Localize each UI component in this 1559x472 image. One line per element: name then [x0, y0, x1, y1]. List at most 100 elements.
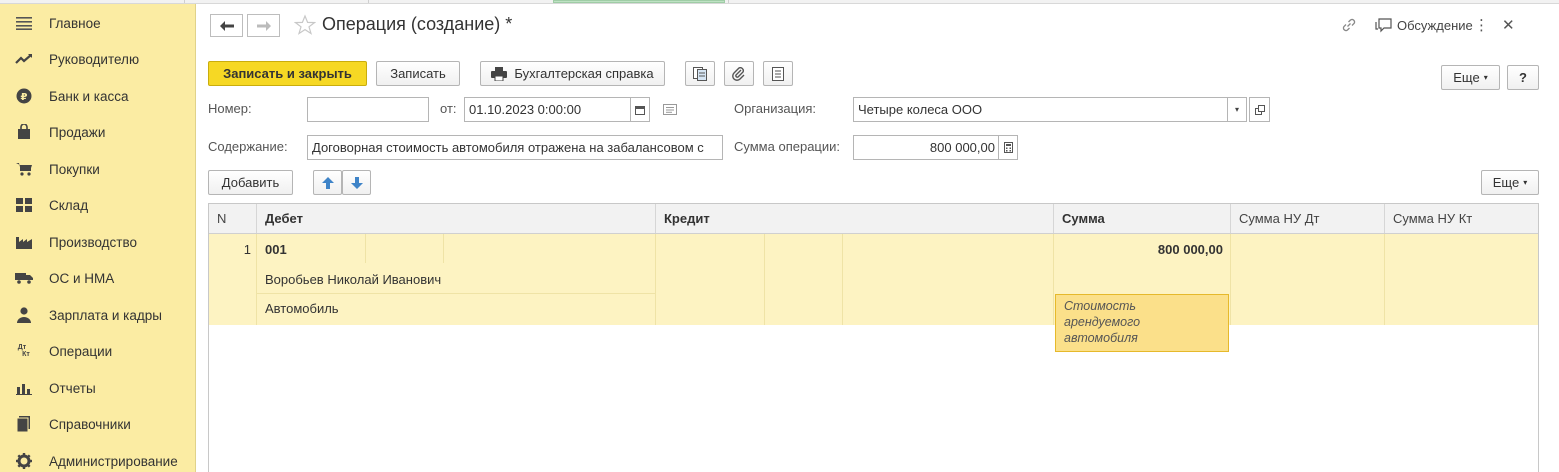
sidebar-item-label: Банк и касса: [49, 88, 129, 104]
attach-files-button[interactable]: [724, 61, 754, 86]
content-input[interactable]: Договорная стоимость автомобиля отражена…: [307, 135, 723, 160]
chat-bubble-icon: [1375, 17, 1392, 32]
table-more-button[interactable]: Еще ▾: [1481, 170, 1539, 195]
sidebar-item-label: ОС и НМА: [49, 270, 115, 286]
forward-button[interactable]: [247, 14, 280, 37]
column-header-sum[interactable]: Сумма: [1054, 204, 1231, 233]
organization-open-button[interactable]: [1249, 97, 1270, 122]
link-icon[interactable]: [1341, 17, 1357, 33]
sidebar-item-sales[interactable]: Продажи: [0, 115, 195, 149]
book-icon: [15, 415, 33, 433]
sidebar-item-label: Производство: [49, 234, 138, 250]
number-input[interactable]: [307, 97, 429, 122]
sidebar-item-salary[interactable]: Зарплата и кадры: [0, 298, 195, 332]
close-icon[interactable]: ✕: [1502, 16, 1515, 34]
organization-dropdown-button[interactable]: ▾: [1227, 97, 1247, 122]
sidebar-item-administration[interactable]: Администрирование: [0, 444, 195, 472]
svg-text:₽: ₽: [21, 92, 28, 103]
document-structure-icon: [693, 66, 707, 81]
discussion-button[interactable]: Обсуждение: [1375, 15, 1473, 35]
factory-icon: [15, 233, 33, 251]
more-actions-icon[interactable]: ⋮: [1474, 16, 1489, 34]
column-header-debit[interactable]: Дебет: [257, 204, 656, 233]
warehouse-icon: [15, 196, 33, 214]
sidebar-item-bank[interactable]: ₽ Банк и касса: [0, 79, 195, 113]
add-row-button[interactable]: Добавить: [208, 170, 293, 195]
sidebar-item-reports[interactable]: Отчеты: [0, 371, 195, 405]
tab-divider: [368, 0, 369, 3]
sidebar-item-label: Администрирование: [49, 453, 178, 469]
column-header-sum-tax-debit[interactable]: Сумма НУ Дт: [1231, 204, 1385, 233]
favorite-star-icon[interactable]: [294, 14, 316, 36]
sidebar-item-label: Руководителю: [49, 51, 140, 67]
discussion-label: Обсуждение: [1397, 17, 1473, 33]
paperclip-icon: [732, 66, 745, 81]
sidebar-item-label: Главное: [49, 15, 101, 31]
sidebar-item-operations[interactable]: Дт Кт Операции: [0, 334, 195, 368]
debit-subconto-2[interactable]: Автомобиль: [265, 301, 339, 316]
tab-divider: [184, 0, 185, 3]
sidebar-item-label: Склад: [49, 197, 89, 213]
bar-chart-icon: [15, 379, 33, 397]
table-header: N Дебет Кредит Сумма Сумма НУ Дт Сумма Н…: [209, 204, 1538, 234]
organization-label: Организация:: [734, 101, 817, 116]
sidebar-item-label: Покупки: [49, 161, 100, 177]
sidebar-item-director[interactable]: Руководителю: [0, 42, 195, 76]
report-list-button[interactable]: [763, 61, 793, 86]
trend-icon: [15, 50, 33, 68]
chevron-down-icon: ▾: [1483, 73, 1488, 82]
debit-account[interactable]: 001: [265, 242, 287, 257]
move-up-button[interactable]: [313, 170, 342, 195]
chevron-down-icon: ▾: [1523, 178, 1528, 187]
cart-icon: [15, 160, 33, 178]
row-number: 1: [243, 242, 251, 257]
sidebar-item-fixed-assets[interactable]: ОС и НМА: [0, 261, 195, 295]
move-down-button[interactable]: [342, 170, 371, 195]
back-button[interactable]: [210, 14, 243, 37]
organization-input[interactable]: Четыре колеса ООО: [853, 97, 1247, 122]
page-title: Операция (создание) *: [322, 14, 513, 34]
table-row[interactable]: 1 001 Воробьев Николай Иванович Автомоби…: [209, 234, 1538, 352]
arrow-right-icon: [256, 20, 271, 31]
save-and-close-button[interactable]: Записать и закрыть: [208, 61, 367, 86]
row-sum[interactable]: 800 000,00: [1054, 242, 1223, 257]
sidebar-item-production[interactable]: Производство: [0, 225, 195, 259]
sidebar-item-purchases[interactable]: Покупки: [0, 152, 195, 186]
menu-lines-icon: [15, 14, 33, 32]
debit-subconto-1[interactable]: Воробьев Николай Иванович: [265, 272, 441, 287]
list-document-icon: [772, 66, 784, 81]
chevron-down-icon: ▾: [1234, 105, 1239, 114]
column-header-n[interactable]: N: [209, 204, 257, 233]
gear-icon: [15, 452, 33, 470]
sidebar-item-label: Продажи: [49, 124, 106, 140]
calendar-icon: [635, 105, 645, 115]
accounting-report-button[interactable]: Бухгалтерская справка: [480, 61, 665, 86]
column-header-sum-tax-credit[interactable]: Сумма НУ Кт: [1385, 204, 1538, 233]
accounting-report-label: Бухгалтерская справка: [514, 66, 654, 81]
sidebar-item-warehouse[interactable]: Склад: [0, 188, 195, 222]
structure-button[interactable]: [685, 61, 715, 86]
more-menu-button[interactable]: Еще ▾: [1441, 65, 1500, 90]
content-label: Содержание:: [208, 139, 288, 154]
help-button[interactable]: ?: [1507, 65, 1539, 90]
person-icon: [15, 306, 33, 324]
operation-sum-input[interactable]: 800 000,00: [853, 135, 1018, 160]
arrow-down-icon: [350, 176, 363, 189]
open-form-icon: [1254, 104, 1265, 115]
column-header-credit[interactable]: Кредит: [656, 204, 1054, 233]
arrow-up-icon: [321, 176, 334, 189]
tab-divider: [728, 0, 729, 3]
date-input[interactable]: 01.10.2023 0:00:00: [464, 97, 650, 122]
date-picker-button[interactable]: [630, 97, 650, 122]
sidebar-item-label: Справочники: [49, 416, 131, 432]
active-window-tab[interactable]: [553, 0, 725, 3]
sidebar-item-main[interactable]: Главное: [0, 6, 195, 40]
sidebar-item-label: Операции: [49, 343, 113, 359]
save-button[interactable]: Записать: [376, 61, 460, 86]
entry-content-field[interactable]: Стоимость арендуемого автомобиля: [1055, 294, 1229, 352]
calculator-button[interactable]: [998, 135, 1018, 160]
entries-table: N Дебет Кредит Сумма Сумма НУ Дт Сумма Н…: [208, 203, 1539, 472]
note-icon[interactable]: [663, 104, 677, 115]
sidebar-item-catalogs[interactable]: Справочники: [0, 407, 195, 441]
number-label: Номер:: [208, 101, 252, 116]
